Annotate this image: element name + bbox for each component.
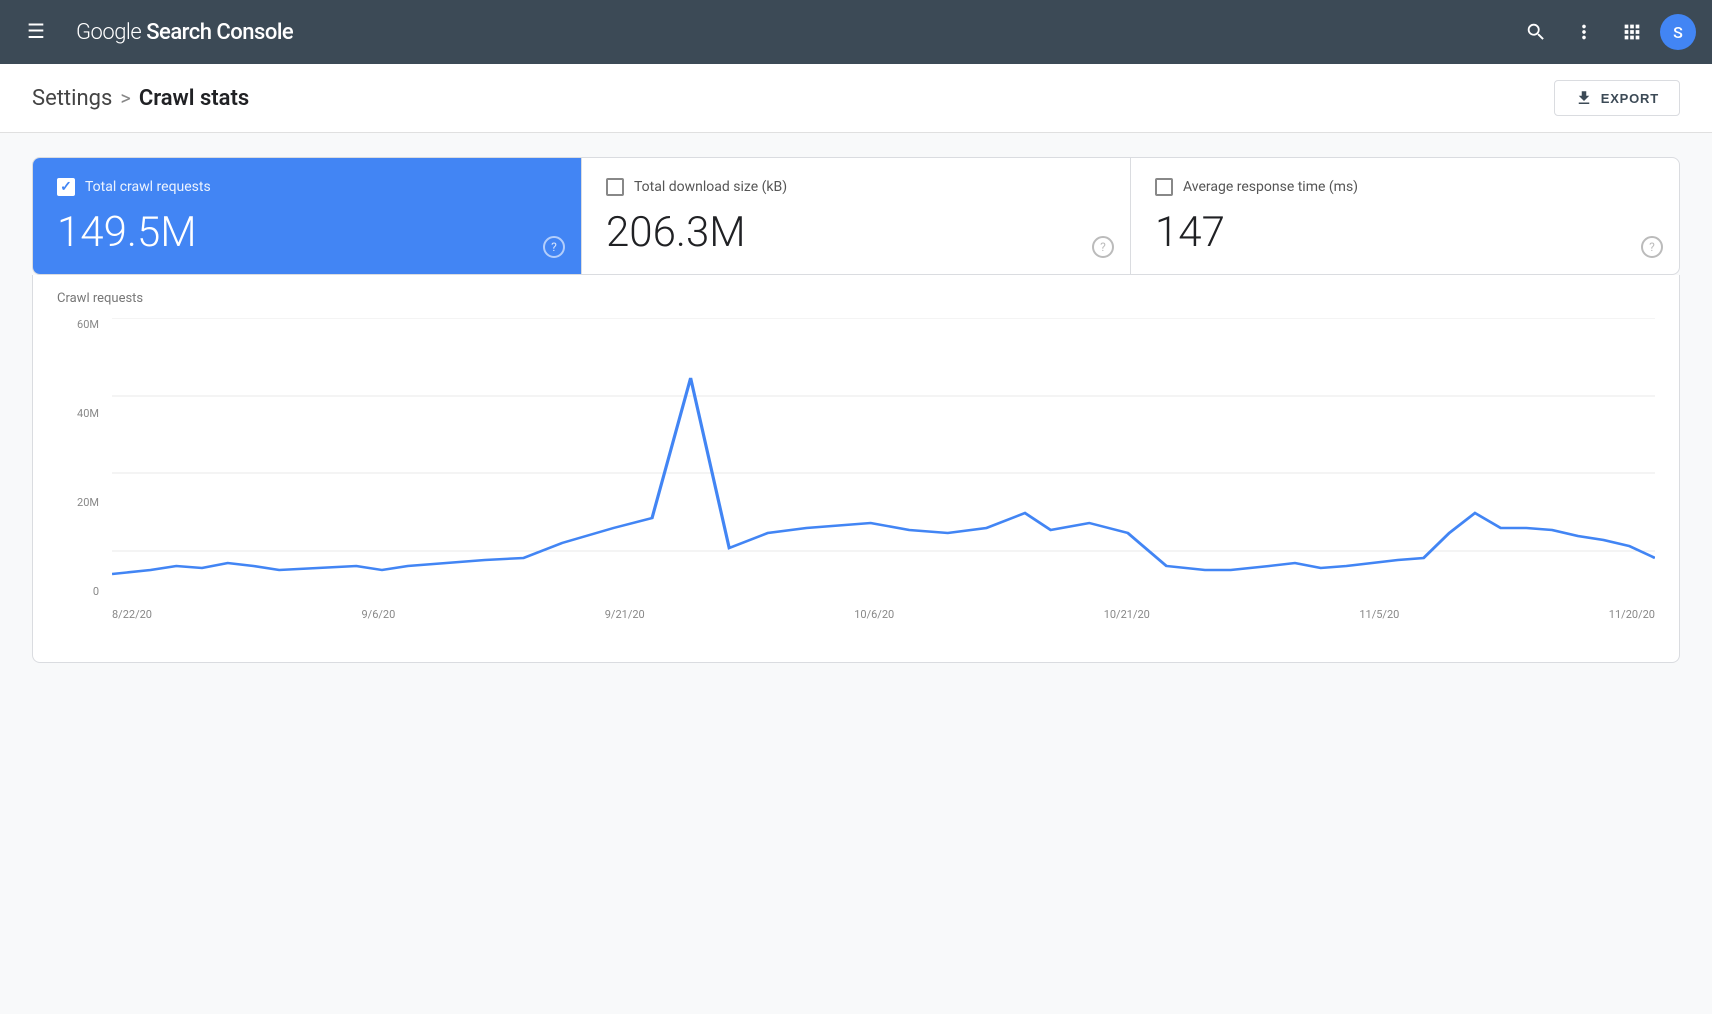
y-axis: 0 20M 40M 60M xyxy=(57,318,107,598)
stat-checkbox-crawl: ✓ xyxy=(57,178,75,196)
apps-icon xyxy=(1621,21,1643,43)
breadcrumb-current: Crawl stats xyxy=(139,86,249,111)
stat-help-download[interactable]: ? xyxy=(1092,236,1114,258)
x-label-0: 8/22/20 xyxy=(112,608,152,621)
stat-card-header-crawl: ✓ Total crawl requests xyxy=(57,178,557,196)
stat-card-header-download: Total download size (kB) xyxy=(606,178,1106,196)
x-label-6: 11/20/20 xyxy=(1609,608,1655,621)
stat-checkbox-download xyxy=(606,178,624,196)
stats-container: ✓ Total crawl requests 149.5M ? Total do… xyxy=(32,157,1680,275)
breadcrumb-settings-link[interactable]: Settings xyxy=(32,86,112,111)
search-icon xyxy=(1525,21,1547,43)
x-label-2: 9/21/20 xyxy=(605,608,645,621)
hamburger-icon: ☰ xyxy=(27,22,45,42)
search-button[interactable] xyxy=(1516,12,1556,52)
chart-svg xyxy=(112,318,1655,598)
y-label-40m: 40M xyxy=(57,407,107,420)
chart-title: Crawl requests xyxy=(57,291,1655,306)
x-label-5: 11/5/20 xyxy=(1359,608,1399,621)
title-rest: Search Console xyxy=(141,20,293,45)
more-vert-icon xyxy=(1573,21,1595,43)
y-label-0: 0 xyxy=(57,585,107,598)
main-content: ✓ Total crawl requests 149.5M ? Total do… xyxy=(0,133,1712,687)
page-header: Settings > Crawl stats EXPORT xyxy=(0,64,1712,133)
x-label-1: 9/6/20 xyxy=(361,608,395,621)
stat-label-download: Total download size (kB) xyxy=(634,179,787,195)
stat-help-crawl[interactable]: ? xyxy=(543,236,565,258)
title-google: Google xyxy=(76,20,141,45)
app-title: Google Search Console xyxy=(76,20,1516,45)
y-label-20m: 20M xyxy=(57,496,107,509)
stat-value-crawl: 149.5M xyxy=(57,212,557,254)
stat-checkbox-response xyxy=(1155,178,1173,196)
x-label-3: 10/6/20 xyxy=(854,608,894,621)
app-header: ☰ Google Search Console S xyxy=(0,0,1712,64)
stat-card-download-size[interactable]: Total download size (kB) 206.3M ? xyxy=(582,158,1131,274)
stat-card-response-time[interactable]: Average response time (ms) 147 ? xyxy=(1131,158,1679,274)
checkmark-icon: ✓ xyxy=(60,180,72,194)
stat-value-response: 147 xyxy=(1155,212,1655,254)
apps-button[interactable] xyxy=(1612,12,1652,52)
header-actions: S xyxy=(1516,12,1696,52)
export-button[interactable]: EXPORT xyxy=(1554,80,1680,116)
x-label-4: 10/21/20 xyxy=(1104,608,1150,621)
x-axis: 8/22/20 9/6/20 9/21/20 10/6/20 10/21/20 … xyxy=(112,608,1655,638)
chart-area: 0 20M 40M 60M 8/2 xyxy=(57,318,1655,638)
chart-container: Crawl requests 0 20M 40M 60M xyxy=(32,275,1680,663)
breadcrumb: Settings > Crawl stats xyxy=(32,86,249,111)
y-label-60m: 60M xyxy=(57,318,107,331)
stat-card-crawl-requests[interactable]: ✓ Total crawl requests 149.5M ? xyxy=(33,158,582,274)
avatar-label: S xyxy=(1673,23,1683,42)
stat-help-response[interactable]: ? xyxy=(1641,236,1663,258)
menu-button[interactable]: ☰ xyxy=(16,12,56,52)
stat-value-download: 206.3M xyxy=(606,212,1106,254)
download-icon xyxy=(1575,89,1593,107)
stat-label-response: Average response time (ms) xyxy=(1183,179,1358,195)
stat-label-crawl: Total crawl requests xyxy=(85,179,211,195)
breadcrumb-separator: > xyxy=(120,86,130,110)
stat-card-header-response: Average response time (ms) xyxy=(1155,178,1655,196)
more-options-button[interactable] xyxy=(1564,12,1604,52)
avatar[interactable]: S xyxy=(1660,14,1696,50)
chart-inner xyxy=(112,318,1655,598)
export-label: EXPORT xyxy=(1601,91,1659,106)
